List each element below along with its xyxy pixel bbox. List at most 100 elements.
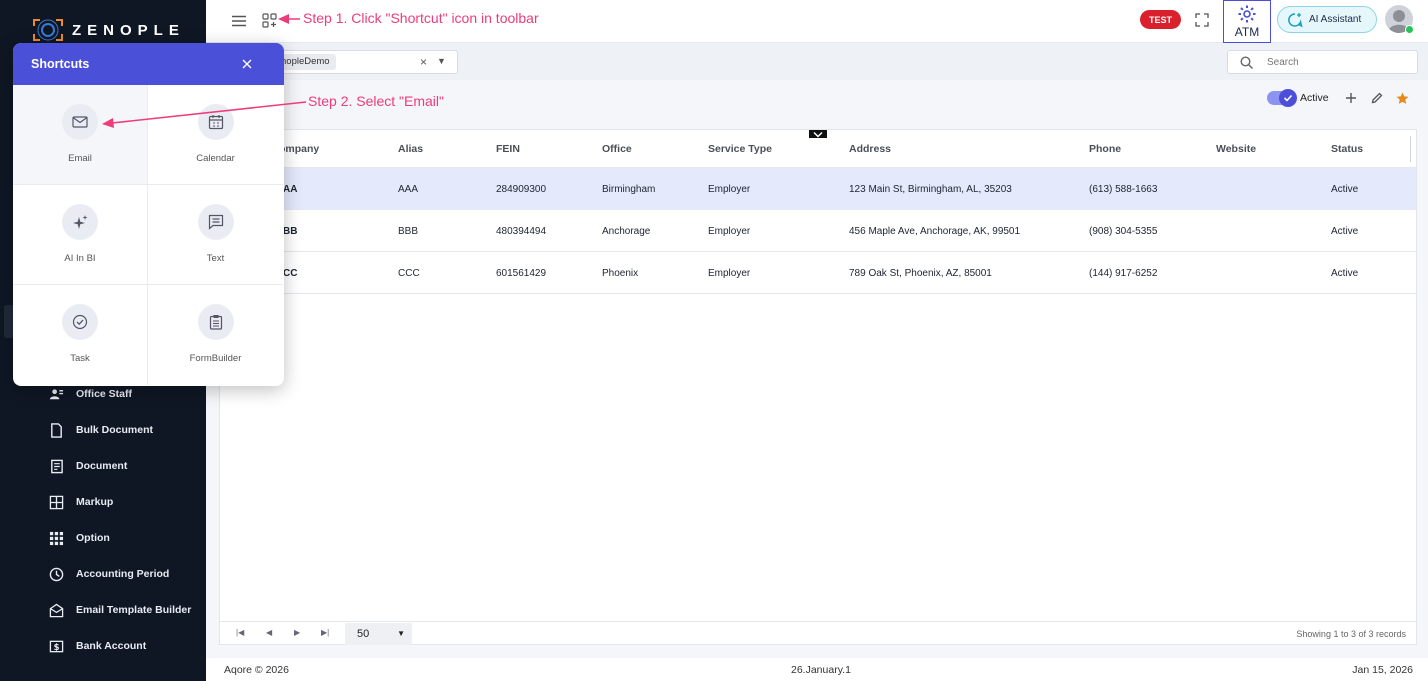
search-icon bbox=[1240, 55, 1253, 69]
clear-icon[interactable]: × bbox=[420, 55, 427, 69]
sidebar-item-label: Email Template Builder bbox=[76, 604, 192, 616]
cell-company: AA bbox=[283, 184, 298, 195]
footer-date: Jan 15, 2026 bbox=[1352, 664, 1413, 676]
page-size-select[interactable]: 50 ▼ bbox=[345, 623, 412, 645]
cell-alias: BBB bbox=[398, 226, 419, 237]
clock-icon bbox=[48, 566, 64, 582]
table-row[interactable]: CC CCC 601561429 Phoenix Employer 789 Oa… bbox=[220, 252, 1416, 294]
sidebar-nav: Office Staff Bulk Document Document Mark… bbox=[0, 376, 206, 664]
message-icon bbox=[197, 204, 234, 240]
plus-icon bbox=[1345, 93, 1356, 103]
cell-phone: (908) 304-5355 bbox=[1089, 226, 1158, 237]
hamburger-icon bbox=[232, 15, 246, 27]
sidebar-item-option[interactable]: Option bbox=[0, 520, 206, 556]
expand-icon bbox=[1195, 13, 1209, 27]
company-filter-select[interactable]: nopleDemo × ▼ bbox=[260, 50, 458, 74]
column-header-office[interactable]: Office bbox=[602, 143, 632, 155]
document-icon bbox=[48, 458, 64, 474]
cell-fein: 601561429 bbox=[496, 268, 547, 279]
sidebar-item-label: Office Staff bbox=[76, 388, 133, 400]
column-header-address[interactable]: Address bbox=[849, 143, 891, 155]
cell-status: Active bbox=[1331, 226, 1359, 237]
shortcut-email[interactable]: Email bbox=[13, 85, 148, 185]
clipboard-icon bbox=[197, 304, 234, 340]
company-grid: ompany Alias FEIN Office Service Type Ad… bbox=[219, 129, 1417, 645]
svg-text:$: $ bbox=[53, 641, 59, 651]
close-button[interactable] bbox=[239, 56, 255, 72]
sidebar-item-bank-account[interactable]: $ Bank Account bbox=[0, 628, 206, 664]
calendar-icon bbox=[197, 104, 234, 140]
pager: |◀ ◀ ▶ ▶| 50 ▼ Showing 1 to 3 of 3 recor… bbox=[220, 621, 1416, 645]
atm-button[interactable]: ATM bbox=[1223, 0, 1271, 43]
chevron-down-icon[interactable] bbox=[809, 130, 827, 138]
search-box[interactable] bbox=[1227, 50, 1418, 74]
page-size-value: 50 bbox=[357, 628, 370, 640]
search-input[interactable] bbox=[1267, 56, 1407, 68]
grid-toolbar: Active bbox=[1267, 89, 1421, 107]
sidebar-item-markup[interactable]: Markup bbox=[0, 484, 206, 520]
shortcut-ai-in-bi[interactable]: AI In BI bbox=[13, 185, 148, 285]
shortcuts-popup: Shortcuts Email Calendar AI In BI Text T… bbox=[13, 43, 284, 386]
menu-toggle-button[interactable] bbox=[228, 11, 250, 31]
shortcut-calendar[interactable]: Calendar bbox=[148, 85, 283, 185]
column-header-status[interactable]: Status bbox=[1331, 143, 1363, 155]
sidebar-item-email-template-builder[interactable]: Email Template Builder bbox=[0, 592, 206, 628]
check-circle-icon bbox=[62, 304, 98, 340]
shortcuts-header: Shortcuts bbox=[13, 43, 284, 85]
column-header-website[interactable]: Website bbox=[1216, 143, 1256, 155]
footer-copyright: Aqore © 2026 bbox=[224, 664, 289, 676]
cell-phone: (613) 588-1663 bbox=[1089, 184, 1158, 195]
shortcut-button[interactable] bbox=[260, 11, 280, 31]
envelope-open-icon bbox=[48, 602, 64, 618]
next-page-icon[interactable]: ▶ bbox=[294, 628, 300, 637]
favorite-button[interactable] bbox=[1395, 90, 1411, 106]
atm-label: ATM bbox=[1234, 25, 1260, 39]
cell-alias: CCC bbox=[398, 268, 420, 279]
column-header-company[interactable]: ompany bbox=[279, 143, 319, 155]
shortcuts-title: Shortcuts bbox=[31, 57, 90, 71]
sidebar-item-document[interactable]: Document bbox=[0, 448, 206, 484]
grid-icon bbox=[48, 494, 64, 510]
column-header-phone[interactable]: Phone bbox=[1089, 143, 1121, 155]
brand-name: ZENOPLE bbox=[72, 21, 185, 39]
sidebar-item-bulk-document[interactable]: Bulk Document bbox=[0, 412, 206, 448]
edit-button[interactable] bbox=[1369, 90, 1385, 106]
fullscreen-button[interactable] bbox=[1192, 10, 1212, 30]
mail-icon bbox=[62, 104, 98, 140]
cell-address: 456 Maple Ave, Anchorage, AK, 99501 bbox=[849, 226, 1021, 237]
online-status-dot bbox=[1405, 25, 1414, 34]
shortcut-grid-icon bbox=[262, 13, 277, 28]
shortcut-label: Calendar bbox=[196, 153, 235, 164]
sidebar-item-accounting-period[interactable]: Accounting Period bbox=[0, 556, 206, 592]
active-toggle-label: Active bbox=[1300, 92, 1329, 104]
sidebar-item-label: Document bbox=[76, 460, 128, 472]
shortcut-label: Text bbox=[206, 253, 225, 264]
ai-chat-icon bbox=[1288, 12, 1303, 28]
shortcut-label: Task bbox=[70, 353, 90, 364]
add-button[interactable] bbox=[1343, 90, 1359, 106]
table-row[interactable]: BB BBB 480394494 Anchorage Employer 456 … bbox=[220, 210, 1416, 252]
cell-company: CC bbox=[283, 268, 298, 279]
shortcut-text[interactable]: Text bbox=[148, 185, 283, 285]
grid-header: ompany Alias FEIN Office Service Type Ad… bbox=[220, 130, 1416, 168]
cell-address: 123 Main St, Birmingham, AL, 35203 bbox=[849, 184, 1012, 195]
first-page-icon[interactable]: |◀ bbox=[236, 628, 244, 637]
column-header-service-type[interactable]: Service Type bbox=[708, 143, 772, 155]
pencil-icon bbox=[1371, 92, 1383, 104]
last-page-icon[interactable]: ▶| bbox=[321, 628, 329, 637]
column-header-alias[interactable]: Alias bbox=[398, 143, 423, 155]
cell-status: Active bbox=[1331, 184, 1359, 195]
ai-assistant-button[interactable]: AI Assistant bbox=[1277, 6, 1377, 33]
active-toggle[interactable] bbox=[1267, 89, 1297, 107]
ai-assistant-label: AI Assistant bbox=[1309, 14, 1362, 25]
check-icon bbox=[1279, 89, 1297, 107]
shortcut-formbuilder[interactable]: FormBuilder bbox=[148, 285, 283, 385]
dollar-icon: $ bbox=[48, 638, 64, 654]
column-header-fein[interactable]: FEIN bbox=[496, 143, 520, 155]
table-row[interactable]: AA AAA 284909300 Birmingham Employer 123… bbox=[220, 168, 1416, 210]
close-icon bbox=[242, 59, 252, 69]
shortcut-task[interactable]: Task bbox=[13, 285, 148, 385]
prev-page-icon[interactable]: ◀ bbox=[266, 628, 272, 637]
chevron-down-icon[interactable]: ▼ bbox=[437, 56, 446, 66]
star-icon bbox=[1396, 92, 1409, 104]
